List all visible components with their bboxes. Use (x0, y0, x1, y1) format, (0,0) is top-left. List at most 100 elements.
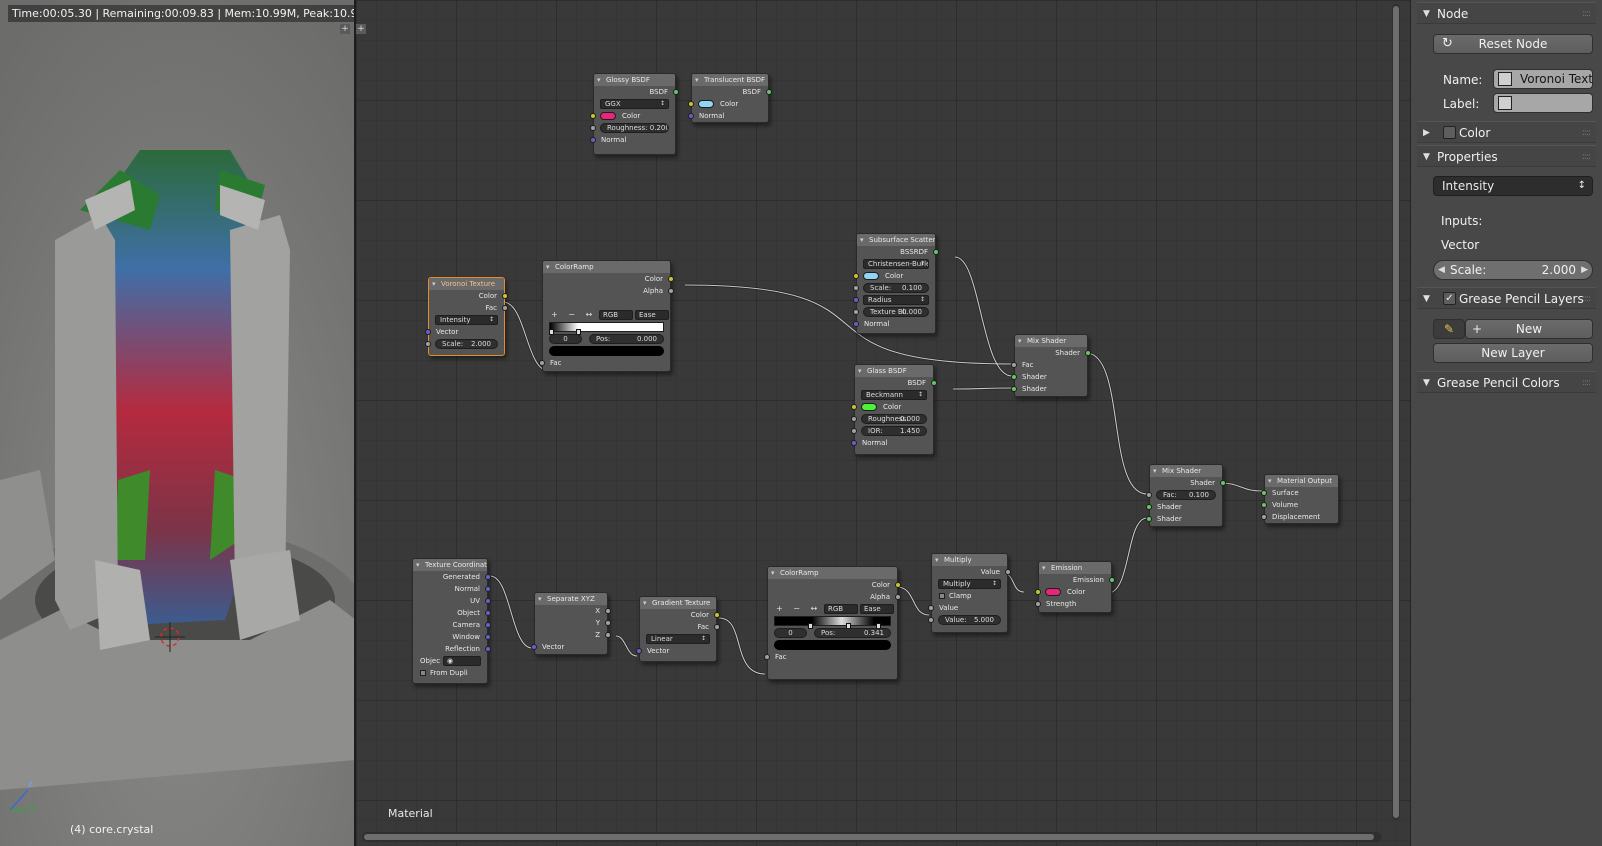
distribution-dropdown[interactable]: Beckmann (861, 390, 927, 400)
grease-pencil-picker[interactable]: ✎ (1433, 319, 1465, 339)
color-swatch[interactable] (861, 403, 877, 411)
stop-color-swatch[interactable] (549, 346, 664, 356)
input-socket[interactable] (531, 644, 537, 650)
input-socket[interactable] (1011, 374, 1017, 380)
input-socket[interactable] (1011, 386, 1017, 392)
node-header[interactable]: Mix Shader (1015, 335, 1087, 347)
node-header[interactable]: Separate XYZ (535, 593, 607, 605)
node-glossy-bsdf[interactable]: Glossy BSDF BSDF GGX Color Roughness: 0.… (590, 73, 679, 155)
input-socket[interactable] (1011, 362, 1017, 368)
new-grease-pencil-button[interactable]: + New (1465, 319, 1593, 339)
input-socket[interactable] (1035, 589, 1041, 595)
output-socket[interactable] (502, 293, 508, 299)
node-header[interactable]: Emission (1039, 562, 1111, 574)
input-socket[interactable] (851, 416, 857, 422)
ramp-tools[interactable]: + − ↔ (776, 603, 821, 615)
node-header[interactable]: Texture Coordinate (413, 559, 487, 571)
3d-viewport[interactable]: Time:00:05.30 | Remaining:00:09.83 | Mem… (0, 0, 356, 846)
radius-dropdown[interactable]: Radius (863, 295, 929, 305)
color-swatch[interactable] (698, 100, 714, 108)
panel-color-header[interactable]: Color:::: (1417, 121, 1596, 144)
node-math-multiply[interactable]: Multiply Value Multiply Clamp Value Valu… (928, 553, 1011, 633)
node-texture-coordinate[interactable]: Texture Coordinate Generated Normal UV O… (412, 558, 491, 684)
output-socket[interactable] (931, 380, 937, 386)
color-enable-checkbox[interactable] (1443, 126, 1456, 139)
node-header[interactable]: Material Output (1265, 475, 1338, 487)
input-socket[interactable] (1035, 601, 1041, 607)
panel-grease-pencil-layers-header[interactable]: ✓Grease Pencil Layers:::: (1417, 287, 1596, 310)
input-socket[interactable] (1146, 516, 1152, 522)
stop-index-field[interactable]: 0 (774, 628, 807, 638)
output-socket[interactable] (668, 276, 674, 282)
object-picker[interactable]: ◉ (443, 656, 481, 666)
input-socket[interactable] (1261, 502, 1267, 508)
scale-field[interactable]: Scale: 0.100 (863, 283, 929, 293)
fac-field[interactable]: Fac: 0.100 (1156, 490, 1216, 500)
area-split-plus-icon[interactable]: + (340, 24, 350, 34)
coloring-dropdown[interactable]: Intensity (435, 315, 498, 325)
output-socket[interactable] (668, 288, 674, 294)
decrement-arrow-icon[interactable]: ◀ (1438, 261, 1445, 279)
output-socket[interactable] (1109, 577, 1115, 583)
panel-grease-pencil-colors-header[interactable]: Grease Pencil Colors:::: (1417, 371, 1596, 394)
output-socket[interactable] (714, 612, 720, 618)
output-socket[interactable] (673, 89, 679, 95)
roughness-field[interactable]: Roughness: 0.000 (861, 414, 927, 424)
output-socket[interactable] (485, 598, 491, 604)
increment-arrow-icon[interactable]: ▶ (1581, 261, 1588, 279)
node-header[interactable]: Gradient Texture (640, 597, 716, 609)
panel-grip-icon[interactable]: :::: (1582, 122, 1591, 144)
ramp-gradient[interactable] (549, 322, 664, 332)
color-swatch[interactable] (600, 112, 616, 120)
input-socket[interactable] (764, 654, 770, 660)
scale-field[interactable]: Scale: 2.000 (435, 339, 498, 349)
node-header[interactable]: Mix Shader (1150, 465, 1222, 477)
output-socket[interactable] (485, 634, 491, 640)
output-socket[interactable] (766, 89, 772, 95)
output-socket[interactable] (485, 646, 491, 652)
input-socket[interactable] (539, 360, 545, 366)
input-socket[interactable] (928, 605, 934, 611)
node-mix-shader[interactable]: Mix Shader Shader Fac Shader Shader (1011, 334, 1091, 397)
input-socket[interactable] (851, 404, 857, 410)
panel-properties-header[interactable]: Properties:::: (1417, 145, 1596, 168)
input-socket[interactable] (853, 285, 859, 291)
grease-pencil-enable-checkbox[interactable]: ✓ (1443, 292, 1456, 305)
output-socket[interactable] (1005, 569, 1011, 575)
coloring-select[interactable]: Intensity (1433, 176, 1593, 196)
node-glass-bsdf[interactable]: Glass BSDF BSDF Beckmann Color Roughness… (851, 364, 937, 455)
stop-color-swatch[interactable] (774, 640, 891, 650)
distribution-dropdown[interactable]: GGX (600, 99, 669, 109)
panel-grip-icon[interactable]: :::: (1582, 3, 1591, 25)
operation-dropdown[interactable]: Multiply (938, 579, 1001, 589)
vertical-scrollbar[interactable] (1392, 4, 1400, 820)
stop-pos-field[interactable]: Pos: 0.000 (589, 334, 664, 344)
node-editor[interactable]: + ▾ Glossy BSDF BSDF GGX ↕ Color Roughne… (356, 0, 1410, 846)
node-separate-xyz[interactable]: Separate XYZ X Y Z Vector (531, 592, 611, 655)
input-socket[interactable] (590, 113, 596, 119)
input-socket[interactable] (928, 617, 934, 623)
output-socket[interactable] (485, 586, 491, 592)
ramp-gradient[interactable] (774, 616, 891, 626)
input-socket[interactable] (853, 309, 859, 315)
input-socket[interactable] (425, 329, 431, 335)
input-socket[interactable] (425, 341, 431, 347)
value-field[interactable]: Value: 5.000 (938, 615, 1001, 625)
ramp-tools[interactable]: + − ↔ (551, 309, 596, 321)
output-socket[interactable] (895, 582, 901, 588)
input-socket[interactable] (636, 648, 642, 654)
input-socket[interactable] (1146, 504, 1152, 510)
new-layer-button[interactable]: New Layer (1433, 343, 1593, 363)
interpolation-dropdown[interactable]: Ease (635, 310, 669, 320)
roughness-field[interactable]: Roughness: 0.200 (600, 123, 669, 133)
stop-index-field[interactable]: 0 (549, 334, 582, 344)
color-mode-dropdown[interactable]: RGB (824, 604, 858, 614)
node-colorramp[interactable]: ColorRamp Color Alpha + − ↔ RGB Ease 0 P… (539, 260, 674, 372)
horizontal-scrollbar[interactable] (362, 832, 1382, 842)
panel-grip-icon[interactable]: :::: (1582, 372, 1591, 394)
node-header[interactable]: ColorRamp (768, 567, 897, 579)
panel-node-header[interactable]: Node:::: (1417, 2, 1596, 25)
scale-field[interactable]: ◀ Scale: 2.000 ▶ (1433, 260, 1593, 280)
input-socket[interactable] (853, 297, 859, 303)
node-colorramp[interactable]: ColorRamp Color Alpha + − ↔ RGB Ease 0 P… (764, 566, 901, 680)
